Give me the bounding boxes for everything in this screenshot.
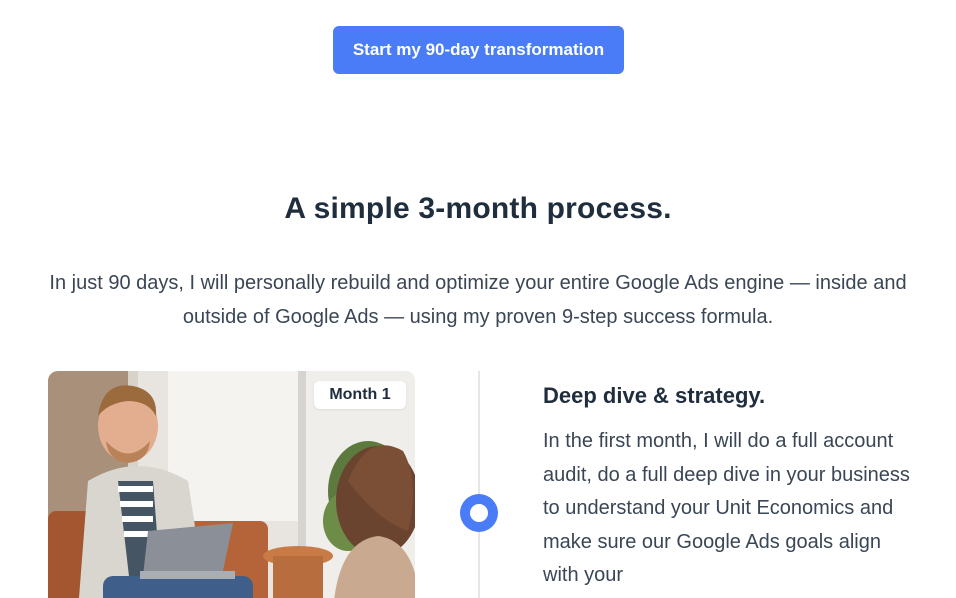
section-intro: In just 90 days, I will personally rebui… [49, 272, 907, 328]
timeline-dot-center [470, 504, 488, 522]
step-title: Deep dive & strategy. [543, 383, 766, 408]
month-badge: Month 1 [314, 381, 406, 409]
start-transformation-button[interactable]: Start my 90-day transformation [333, 26, 624, 74]
timeline-dot-icon [460, 494, 498, 532]
timeline-line [478, 371, 480, 598]
step-description: In the first month, I will do a full acc… [543, 430, 910, 586]
section-title: A simple 3-month process. [284, 192, 672, 225]
page: Start my 90-day transformation A simple … [0, 0, 956, 598]
